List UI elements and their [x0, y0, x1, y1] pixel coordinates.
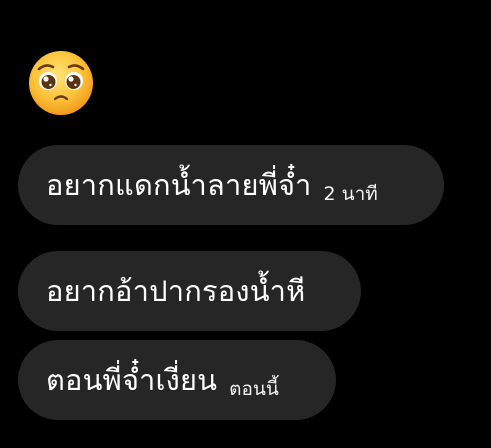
message-text: อยากแดกน้ำลายพี่จ๋ำ	[46, 167, 312, 202]
message-thread: อยากแดกน้ำลายพี่จ๋ำ 2 นาที อยากอ้าปากรอง…	[0, 0, 491, 448]
pleading-face-emoji-icon[interactable]	[26, 48, 96, 118]
message-text: ตอนพี่จ๋ำเงี่ยน	[46, 362, 218, 397]
message-timestamp: 2 นาที	[323, 183, 378, 205]
message-text: อยากอ้าปากรองน้ำหี	[46, 273, 306, 308]
message-bubble[interactable]: อยากอ้าปากรองน้ำหี	[18, 251, 361, 331]
message-bubble[interactable]: อยากแดกน้ำลายพี่จ๋ำ 2 นาที	[18, 145, 444, 225]
message-bubble[interactable]: ตอนพี่จ๋ำเงี่ยน ตอนนี้	[18, 340, 336, 420]
message-timestamp: ตอนนี้	[229, 378, 279, 400]
